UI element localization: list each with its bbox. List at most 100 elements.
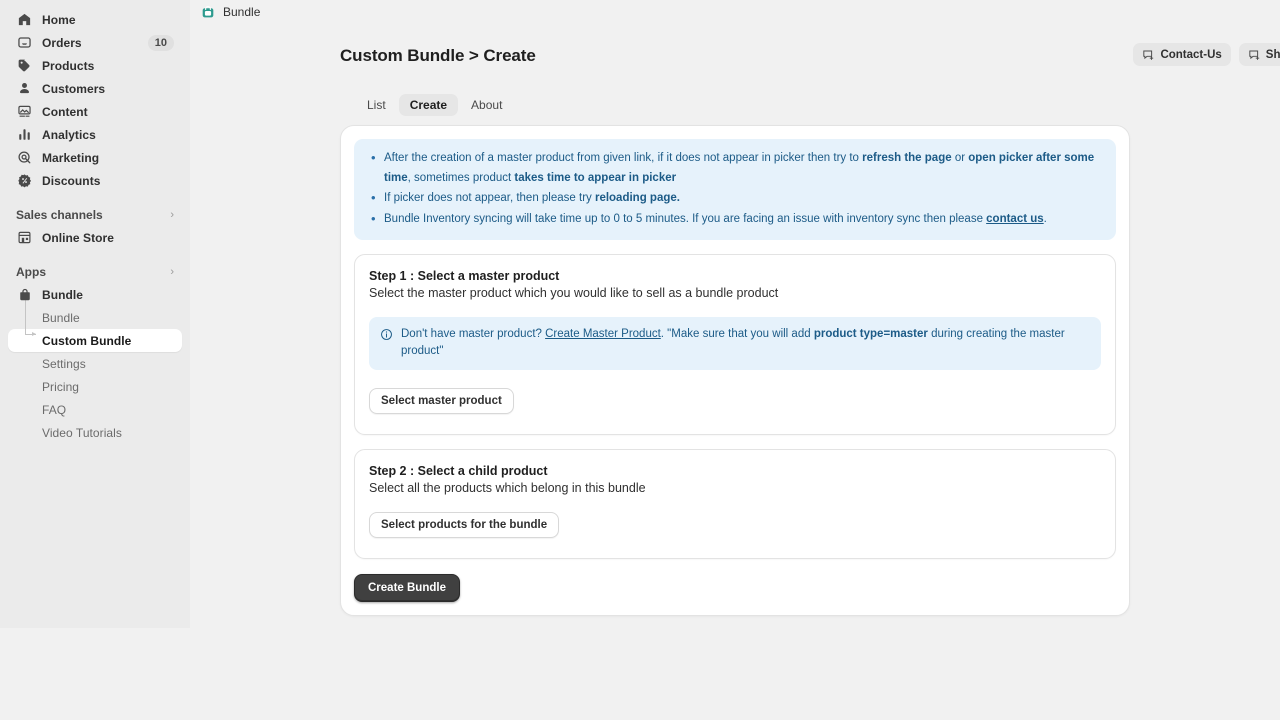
sidebar-item-label: FAQ bbox=[42, 402, 67, 417]
step-2-card: Step 2 : Select a child product Select a… bbox=[354, 449, 1116, 559]
sidebar-item-label: Settings bbox=[42, 356, 86, 371]
header-actions: Contact-Us Share Feedback bbox=[1133, 43, 1280, 66]
page-title: Custom Bundle > Create bbox=[340, 46, 536, 65]
shopping-bag-icon bbox=[16, 286, 33, 303]
select-child-products-button[interactable]: Select products for the bundle bbox=[369, 512, 560, 538]
info-banner-list: After the creation of a master product f… bbox=[368, 148, 1102, 229]
sidebar-item-orders[interactable]: Orders 10 bbox=[8, 31, 182, 54]
apps-tree: Bundle Bundle Custom Bundle Settings Pri… bbox=[0, 283, 190, 444]
tab-list[interactable]: List bbox=[356, 94, 397, 116]
sidebar-app-bundle-group[interactable]: Bundle bbox=[8, 283, 182, 306]
sidebar-item-customers[interactable]: Customers bbox=[8, 77, 182, 100]
sidebar-item-label: Bundle bbox=[42, 310, 80, 325]
main-content: Bundle Custom Bundle > Create Contact-Us bbox=[190, 0, 1280, 720]
products-tag-icon bbox=[16, 57, 33, 74]
apps-label: Apps bbox=[16, 265, 46, 279]
chevron-right-icon: › bbox=[170, 208, 174, 221]
tab-create[interactable]: Create bbox=[398, 94, 459, 116]
message-plus-icon bbox=[1142, 48, 1155, 61]
sidebar-item-analytics[interactable]: Analytics bbox=[8, 123, 182, 146]
text: . "Make sure that you will add bbox=[660, 328, 814, 340]
sidebar-item-marketing[interactable]: Marketing bbox=[8, 146, 182, 169]
step-1-card: Step 1 : Select a master product Select … bbox=[354, 254, 1116, 435]
tab-bar: List Create About bbox=[356, 94, 1130, 116]
sidebar-item-pricing[interactable]: Pricing bbox=[8, 375, 182, 398]
sidebar-item-video-tutorials[interactable]: Video Tutorials bbox=[8, 421, 182, 444]
sidebar-item-products[interactable]: Products bbox=[8, 54, 182, 77]
discounts-percent-icon bbox=[16, 172, 33, 189]
message-plus-icon bbox=[1248, 48, 1261, 61]
contact-us-link[interactable]: contact us bbox=[986, 213, 1044, 225]
marketing-target-icon bbox=[16, 149, 33, 166]
text: , sometimes product bbox=[407, 171, 515, 184]
step-1-note-text: Don't have master product? Create Master… bbox=[401, 326, 1089, 360]
page-container: Custom Bundle > Create Contact-Us Sh Lis… bbox=[340, 43, 1280, 616]
sidebar-item-label: Orders bbox=[42, 35, 82, 50]
step-2-title: Step 2 : Select a child product bbox=[369, 464, 548, 478]
text: Don't have master product? bbox=[401, 328, 546, 340]
sidebar-item-label: Discounts bbox=[42, 173, 101, 188]
info-banner-item: After the creation of a master product f… bbox=[368, 148, 1102, 188]
sidebar-item-home[interactable]: Home bbox=[8, 8, 182, 31]
tree-connector-arrow bbox=[25, 331, 36, 336]
sidebar-item-discounts[interactable]: Discounts bbox=[8, 169, 182, 192]
step-1-subtitle: Select the master product which you woul… bbox=[369, 286, 779, 300]
orders-icon bbox=[16, 34, 33, 51]
sales-channels-label: Sales channels bbox=[16, 208, 103, 222]
text: or bbox=[951, 152, 969, 164]
page: Custom Bundle > Create Contact-Us Sh Lis… bbox=[190, 24, 1280, 616]
sidebar-item-content[interactable]: Content bbox=[8, 100, 182, 123]
sidebar-item-label: Home bbox=[42, 12, 76, 27]
app-root: Home Orders 10 Products Customers Conten… bbox=[0, 0, 1280, 720]
sidebar-item-label: Products bbox=[42, 58, 95, 73]
customers-person-icon bbox=[16, 80, 33, 97]
share-feedback-button[interactable]: Share Feedback bbox=[1238, 43, 1280, 66]
sidebar-item-label: Custom Bundle bbox=[42, 333, 132, 348]
sidebar: Home Orders 10 Products Customers Conten… bbox=[0, 0, 190, 628]
sidebar-item-settings[interactable]: Settings bbox=[8, 352, 182, 375]
content-image-icon bbox=[16, 103, 33, 120]
app-topbar: Bundle bbox=[190, 0, 1280, 24]
sidebar-section-sales-channels[interactable]: Sales channels › bbox=[8, 204, 182, 226]
sidebar-section-apps[interactable]: Apps › bbox=[8, 261, 182, 283]
text: After the creation of a master product f… bbox=[384, 152, 863, 164]
sidebar-item-online-store[interactable]: Online Store bbox=[8, 226, 182, 249]
info-banner-item: If picker does not appear, then please t… bbox=[368, 188, 1102, 209]
step-2-subtitle: Select all the products which belong in … bbox=[369, 481, 646, 495]
step-1-title: Step 1 : Select a master product bbox=[369, 269, 560, 283]
sidebar-item-label: Pricing bbox=[42, 379, 80, 394]
sidebar-item-label: Content bbox=[42, 104, 88, 119]
shopping-bag-icon bbox=[201, 5, 215, 19]
app-name-label: Bundle bbox=[223, 5, 261, 19]
sidebar-item-faq[interactable]: FAQ bbox=[8, 398, 182, 421]
text: . bbox=[1043, 212, 1047, 225]
sidebar-item-label: Bundle bbox=[42, 287, 83, 302]
text: If picker does not appear, then please t… bbox=[384, 192, 595, 204]
create-master-product-link[interactable]: Create Master Product bbox=[545, 328, 661, 340]
info-banner: After the creation of a master product f… bbox=[354, 139, 1116, 240]
sidebar-item-label: Marketing bbox=[42, 150, 100, 165]
sidebar-item-bundle[interactable]: Bundle bbox=[8, 306, 182, 329]
store-icon bbox=[16, 229, 33, 246]
sidebar-item-label: Analytics bbox=[42, 127, 96, 142]
contact-us-label: Contact-Us bbox=[1160, 48, 1222, 61]
contact-us-button[interactable]: Contact-Us bbox=[1133, 43, 1231, 66]
share-feedback-label: Share Feedback bbox=[1265, 48, 1280, 61]
select-master-product-button[interactable]: Select master product bbox=[369, 388, 514, 414]
orders-count-badge: 10 bbox=[147, 34, 174, 51]
step-1-note: Don't have master product? Create Master… bbox=[369, 317, 1101, 370]
emphasis: refresh the page bbox=[862, 152, 952, 164]
emphasis: reloading page. bbox=[594, 192, 680, 204]
sidebar-item-label: Online Store bbox=[42, 230, 114, 245]
tab-about[interactable]: About bbox=[460, 94, 513, 116]
analytics-bars-icon bbox=[16, 126, 33, 143]
emphasis: product type=master bbox=[813, 328, 928, 340]
page-header: Custom Bundle > Create Contact-Us Sh bbox=[340, 43, 1280, 80]
home-icon bbox=[16, 11, 33, 28]
sidebar-item-label: Video Tutorials bbox=[42, 425, 122, 440]
emphasis: takes time to appear in picker bbox=[514, 171, 677, 184]
create-bundle-button[interactable]: Create Bundle bbox=[354, 574, 460, 602]
text: Bundle Inventory syncing will take time … bbox=[384, 212, 987, 225]
